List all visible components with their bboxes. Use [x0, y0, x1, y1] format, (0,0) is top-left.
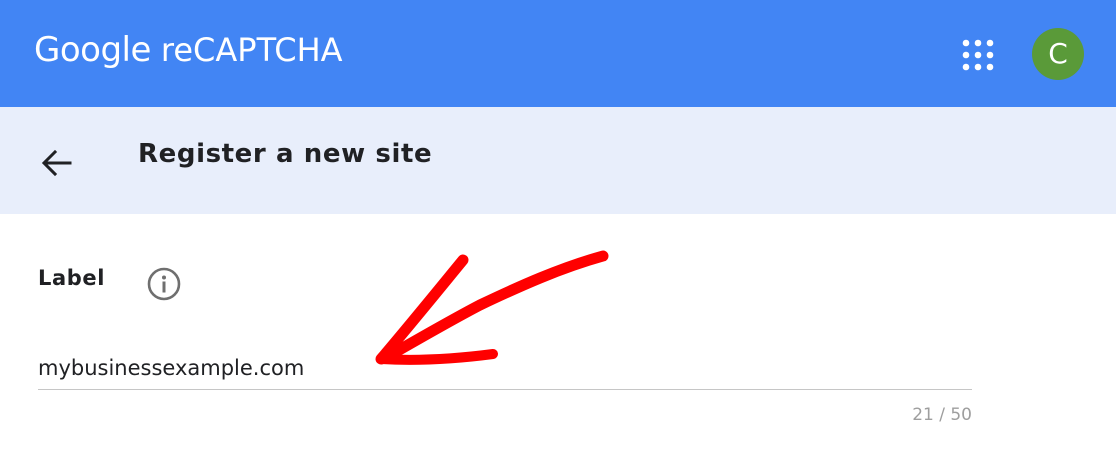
- account-avatar[interactable]: C: [1032, 28, 1084, 80]
- input-underline: [38, 389, 972, 390]
- page-title: Register a new site: [138, 139, 433, 169]
- app-bar: Google reCAPTCHA C: [0, 0, 1116, 107]
- apps-grid-icon[interactable]: [962, 39, 994, 71]
- recaptcha-register-page: Google reCAPTCHA C Register a new site L…: [0, 0, 1116, 458]
- page-header: Register a new site: [0, 107, 1116, 214]
- arrow-back-icon[interactable]: [36, 143, 76, 183]
- brand-product-text: reCAPTCHA: [160, 31, 343, 69]
- info-icon[interactable]: [147, 267, 181, 301]
- brand-logo[interactable]: Google reCAPTCHA: [34, 30, 343, 78]
- brand-google-text: Google: [34, 30, 151, 70]
- label-field-heading: Label: [38, 266, 106, 290]
- character-counter: 21 / 50: [912, 405, 972, 425]
- label-input[interactable]: [38, 350, 972, 386]
